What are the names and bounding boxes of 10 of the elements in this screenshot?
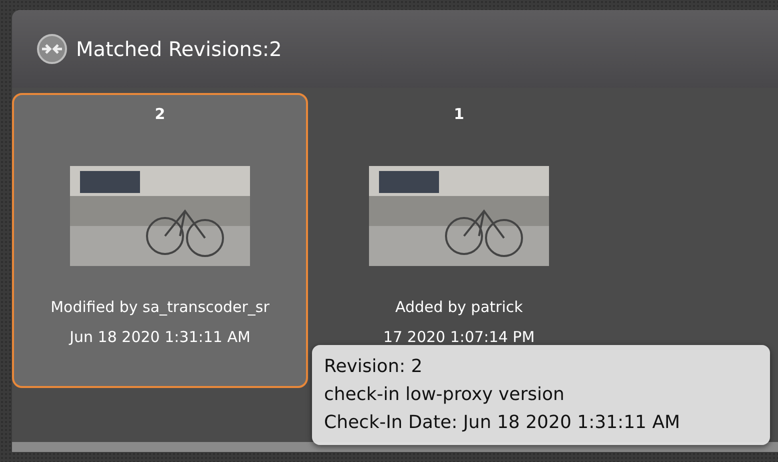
panel-title: Matched Revisions:2	[76, 36, 282, 63]
revision-date: 17 2020 1:07:14 PM	[383, 327, 535, 348]
revision-number: 2	[154, 104, 166, 125]
revision-author: Modified by sa_transcoder_sr	[50, 296, 270, 318]
revision-number: 1	[454, 104, 464, 125]
revision-tooltip: Revision: 2 check-in low-proxy version Check-In Date: Jun 18 2020 1:31:11 AM	[312, 345, 770, 445]
revision-card[interactable]: 2 Modified by sa_transcoder_sr Jun 18 2020 1:31:11 AM	[12, 93, 308, 388]
revision-date: Jun 18 2020 1:31:11 AM	[70, 327, 250, 348]
revision-author: Added by patrick	[395, 296, 523, 318]
matched-arrows-icon	[36, 33, 68, 65]
